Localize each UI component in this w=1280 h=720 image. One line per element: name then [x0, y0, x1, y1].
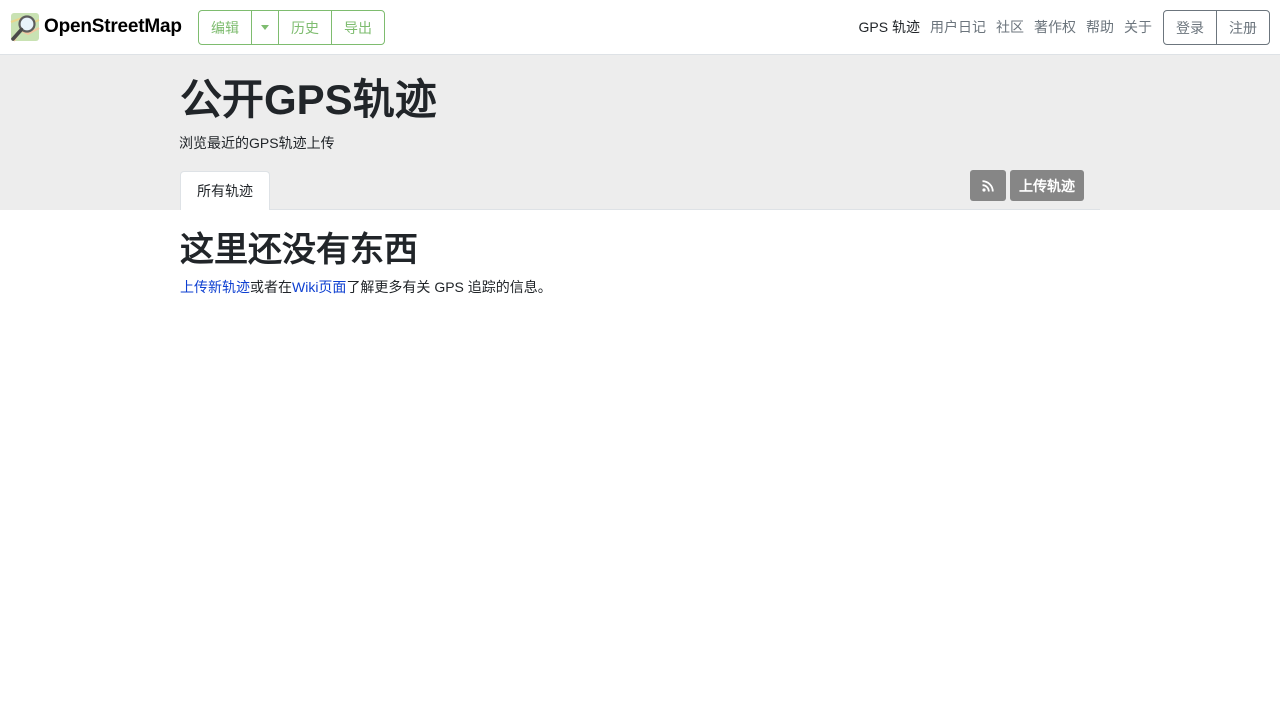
nav-user-diaries[interactable]: 用户日记 — [930, 11, 986, 44]
edit-button[interactable]: 编辑 — [198, 10, 252, 45]
upload-trace-button[interactable]: 上传轨迹 — [1010, 170, 1084, 201]
secondary-nav: GPS 轨迹 用户日记 社区 著作权 帮助 关于 — [849, 10, 1152, 45]
nav-about[interactable]: 关于 — [1124, 11, 1152, 44]
wiki-page-link[interactable]: Wiki页面 — [292, 279, 346, 295]
empty-text-or: 或者在 — [250, 279, 292, 295]
export-button[interactable]: 导出 — [331, 10, 385, 45]
osm-logo-icon — [10, 13, 40, 42]
empty-text-after: 了解更多有关 GPS 追踪的信息。 — [346, 279, 552, 295]
top-header: OpenStreetMap 编辑 历史 导出 GPS 轨迹 用户日记 社区 著作… — [0, 0, 1280, 55]
edit-button-group: 编辑 历史 导出 — [198, 10, 385, 45]
rss-button[interactable] — [970, 170, 1006, 201]
nav-gps-traces[interactable]: GPS 轨迹 — [859, 11, 920, 44]
upload-new-trace-link[interactable]: 上传新轨迹 — [180, 279, 250, 295]
page-subtitle: 浏览最近的GPS轨迹上传 — [179, 135, 335, 151]
rss-icon — [982, 179, 994, 192]
empty-state-title: 这里还没有东西 — [180, 231, 418, 269]
brand-link[interactable]: OpenStreetMap — [10, 12, 182, 42]
auth-button-group: 登录 注册 — [1163, 10, 1270, 45]
tab-all-traces[interactable]: 所有轨迹 — [180, 171, 270, 210]
nav-help[interactable]: 帮助 — [1086, 11, 1114, 44]
page-title: 公开GPS轨迹 — [180, 76, 437, 123]
edit-dropdown-toggle[interactable] — [251, 10, 279, 45]
history-button[interactable]: 历史 — [278, 10, 332, 45]
nav-copyright[interactable]: 著作权 — [1034, 11, 1076, 44]
content-heading: 公开GPS轨迹 浏览最近的GPS轨迹上传 所有轨迹 上传轨迹 — [0, 55, 1280, 210]
brand-name: OpenStreetMap — [44, 16, 182, 37]
tab-divider — [270, 209, 1100, 210]
signup-button[interactable]: 注册 — [1216, 10, 1270, 45]
empty-state-text: 上传新轨迹或者在Wiki页面了解更多有关 GPS 追踪的信息。 — [180, 277, 552, 297]
caret-down-icon — [261, 25, 269, 30]
login-button[interactable]: 登录 — [1163, 10, 1217, 45]
trace-actions: 上传轨迹 — [970, 170, 1084, 201]
nav-communities[interactable]: 社区 — [996, 11, 1024, 44]
